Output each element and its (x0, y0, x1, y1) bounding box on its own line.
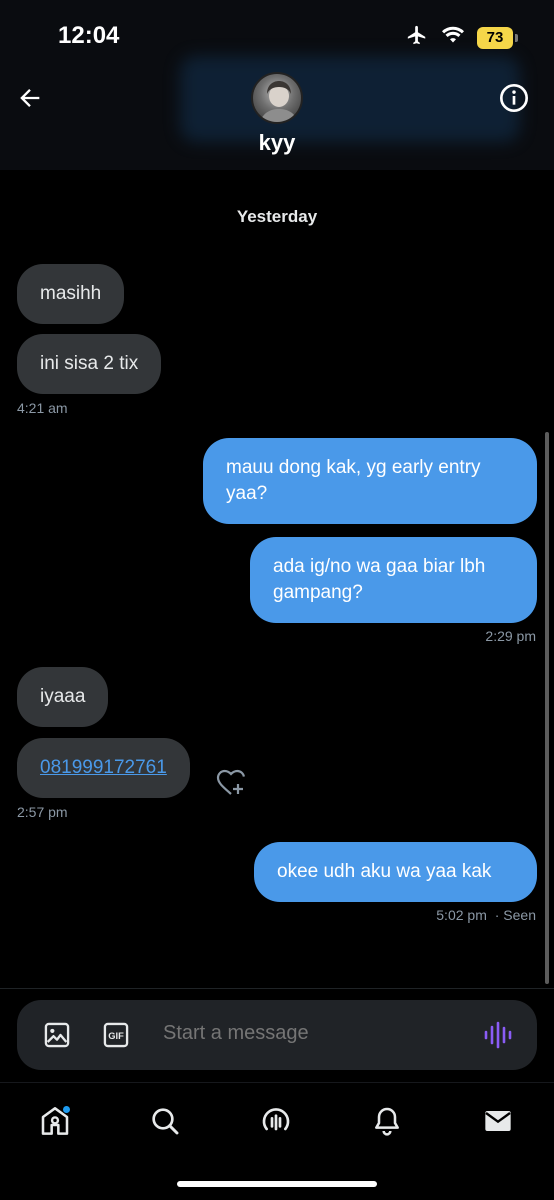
conversation-header: 12:04 73 kyy (0, 0, 554, 170)
phone-number-link[interactable]: 081999172761 (40, 757, 167, 778)
gif-icon: GIF (103, 1022, 129, 1048)
status-bar: 12:04 73 (0, 0, 554, 70)
spaces-icon (262, 1108, 290, 1131)
gif-label: GIF (108, 1031, 124, 1041)
tab-home[interactable] (35, 1101, 75, 1141)
gif-button[interactable]: GIF (101, 1020, 131, 1050)
notifications-icon (375, 1107, 399, 1136)
seen-status: · Seen (494, 907, 536, 923)
day-separator: Yesterday (236, 207, 318, 226)
image-button[interactable] (42, 1020, 72, 1050)
tab-spaces[interactable] (256, 1101, 296, 1141)
info-button[interactable] (496, 80, 532, 116)
message-input[interactable] (163, 1022, 463, 1045)
message-timestamp: 5:02 pm (436, 907, 487, 923)
info-icon (500, 84, 528, 112)
battery-icon: 73 (477, 26, 518, 49)
contact-avatar[interactable] (251, 72, 303, 124)
back-button[interactable] (12, 80, 48, 116)
read-receipt: 5:02 pm · Seen (436, 907, 536, 923)
outgoing-message[interactable]: okee udh aku wa yaa kak (254, 842, 537, 902)
messages-icon (485, 1111, 511, 1131)
incoming-link-message: 081999172761 (17, 738, 190, 798)
tab-notifications[interactable] (367, 1101, 407, 1141)
voice-message-icon (484, 1021, 512, 1049)
arrow-left-icon (20, 89, 40, 107)
battery-level: 73 (477, 26, 513, 49)
incoming-message[interactable]: masihh (17, 264, 125, 324)
message-composer: GIF (17, 1000, 537, 1070)
notification-dot (62, 1105, 71, 1114)
tab-messages[interactable] (478, 1101, 518, 1141)
status-icons: 73 (405, 24, 518, 51)
outgoing-message[interactable]: mauu dong kak, yg early entry yaa? (203, 438, 537, 524)
status-time: 12:04 (58, 22, 120, 49)
scrollbar[interactable] (545, 432, 549, 984)
incoming-message[interactable]: ini sisa 2 tix (17, 334, 162, 394)
incoming-message[interactable]: iyaaa (17, 667, 109, 727)
message-timestamp: 4:21 am (17, 400, 68, 416)
composer-divider (0, 988, 554, 989)
voice-message-button[interactable] (483, 1020, 513, 1050)
react-button[interactable] (214, 766, 248, 800)
image-icon (44, 1022, 70, 1048)
heart-plus-icon (216, 769, 245, 795)
contact-name[interactable]: kyy (0, 130, 554, 156)
airplane-icon (405, 24, 429, 51)
home-indicator[interactable] (177, 1181, 377, 1187)
tab-search[interactable] (145, 1101, 185, 1141)
outgoing-message[interactable]: ada ig/no wa gaa biar lbh gampang? (250, 537, 537, 623)
wifi-icon (441, 25, 465, 50)
message-timestamp: 2:29 pm (485, 628, 536, 644)
search-icon (152, 1108, 179, 1135)
message-timestamp: 2:57 pm (17, 804, 68, 820)
